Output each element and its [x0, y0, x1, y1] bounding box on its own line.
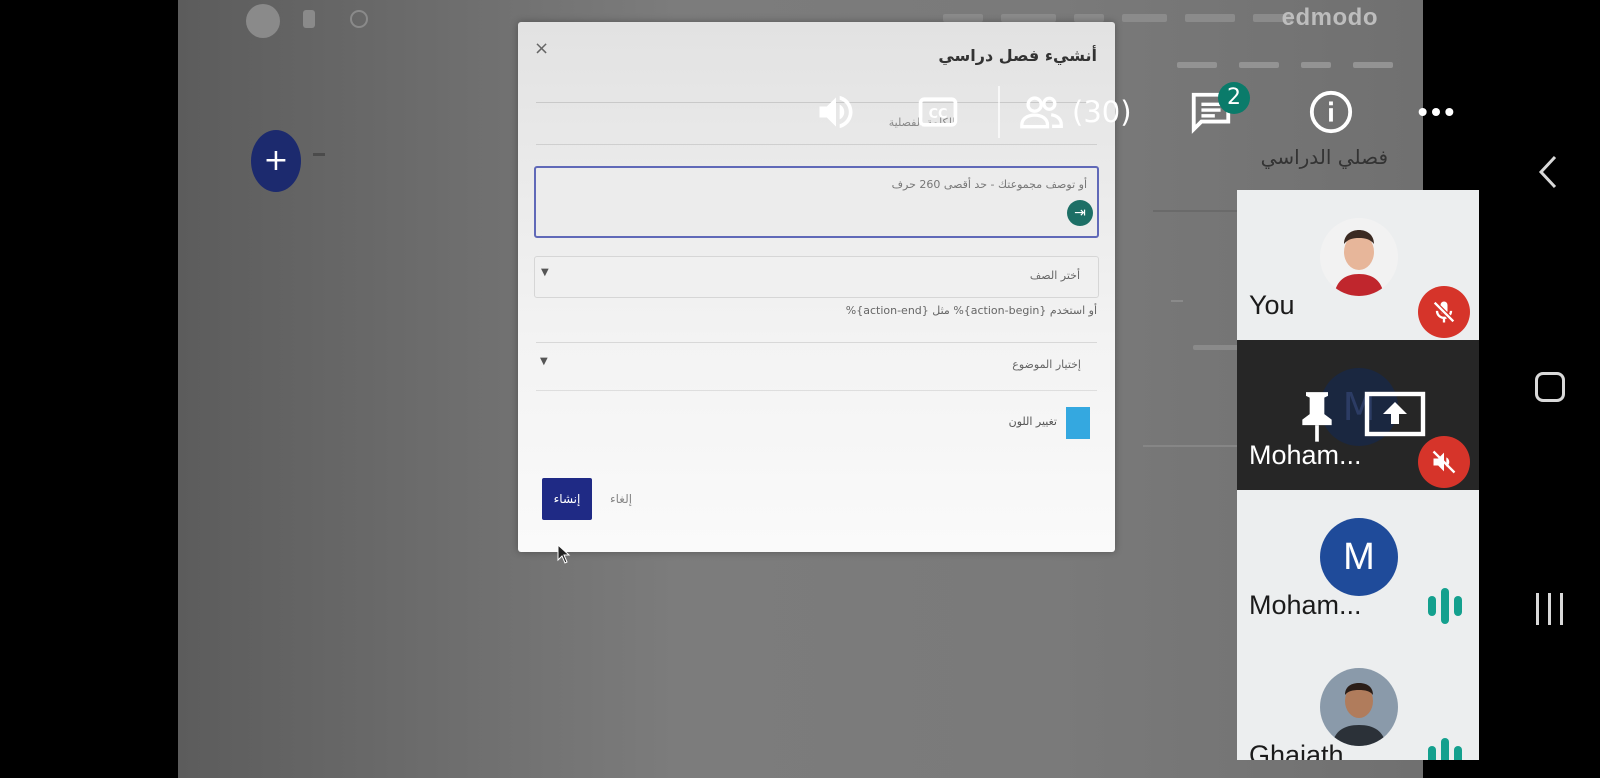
- info-icon: [1309, 90, 1353, 134]
- grade-select-value: أختر الصف: [1029, 269, 1080, 282]
- change-color-label: تغيير اللون: [1008, 415, 1057, 428]
- description-placeholder: أو توصف مجموعتك - حد أقصى 260 حرف: [891, 178, 1087, 191]
- field-divider: [536, 144, 1097, 145]
- page-avatar: [246, 4, 280, 38]
- add-class-fab: +: [251, 130, 301, 192]
- speaking-indicator-icon: [1428, 738, 1462, 760]
- page-sub-nav: [1177, 62, 1393, 68]
- page-search-icon: [350, 10, 368, 28]
- grade-hint: أو استخدم {action-begin}% مثل {action-en…: [845, 304, 1097, 317]
- pin-icon: [1302, 392, 1332, 442]
- participant-tile[interactable]: M Moham...: [1237, 490, 1479, 641]
- mic-off-badge: [1418, 436, 1470, 488]
- participant-tile[interactable]: You: [1237, 190, 1479, 341]
- participant-tiles: You M Moham... M Moham... Ghaiath...: [1237, 190, 1479, 760]
- cancel-button: إلغاء: [604, 491, 638, 507]
- subject-select-value: إختيار الموضوع: [1012, 358, 1081, 371]
- toolbar-separator: [998, 86, 1000, 138]
- screen-share-icon: [1364, 391, 1426, 437]
- home-button[interactable]: [1535, 372, 1565, 402]
- field-divider: [536, 342, 1097, 343]
- participant-tile[interactable]: Ghaiath...: [1237, 640, 1479, 760]
- more-options-button[interactable]: [1416, 82, 1456, 142]
- mic-off-badge: [1418, 286, 1470, 338]
- people-icon: [1020, 96, 1063, 129]
- mic-off-icon: [1433, 301, 1455, 323]
- participants-count: (30): [1072, 95, 1132, 129]
- avatar: M: [1320, 518, 1398, 596]
- participant-name: You: [1249, 290, 1295, 320]
- description-textarea: أو توصف مجموعتك - حد أقصى 260 حرف ⇥: [534, 166, 1099, 238]
- avatar: [1320, 668, 1398, 746]
- chat-unread-badge: 2: [1218, 82, 1250, 114]
- svg-text:CC: CC: [929, 107, 948, 122]
- info-button[interactable]: [1308, 82, 1354, 142]
- page-mic-icon: [303, 10, 315, 28]
- participant-name: Ghaiath...: [1249, 740, 1367, 760]
- speaker-off-icon: [1432, 450, 1456, 474]
- fab-label: [313, 153, 325, 156]
- speaker-button[interactable]: [814, 82, 858, 142]
- recent-apps-icon[interactable]: [1534, 591, 1566, 627]
- caret-down-icon: ▼: [540, 356, 548, 367]
- caret-down-icon: ▼: [541, 267, 549, 278]
- classes-heading: فصلي الدراسي: [1260, 145, 1388, 169]
- grade-select: أختر الصف ▼: [534, 256, 1099, 298]
- subject-select: إختيار الموضوع ▼: [534, 346, 1099, 386]
- captions-button[interactable]: CC: [916, 82, 960, 142]
- input-assist-icon: ⇥: [1067, 200, 1093, 226]
- speaker-icon: [819, 95, 853, 129]
- edmodo-logo: edmodo: [1281, 4, 1378, 31]
- mouse-cursor-icon: [557, 544, 571, 564]
- android-nav-bar: [1480, 0, 1600, 778]
- back-chevron-icon[interactable]: [1537, 154, 1559, 190]
- create-button: إنشاء: [542, 478, 592, 520]
- speaking-indicator-icon: [1428, 588, 1462, 624]
- meeting-toolbar: CC (30) 2: [800, 82, 1460, 142]
- participants-button[interactable]: (30): [1018, 82, 1132, 142]
- more-horizontal-icon: [1418, 108, 1454, 116]
- close-icon: ×: [534, 38, 550, 59]
- dialog-title: أنشيء فصل دراسي: [938, 46, 1097, 65]
- page-faint-line: [1171, 300, 1183, 302]
- participant-name: Moham...: [1249, 590, 1362, 620]
- field-divider: [536, 390, 1097, 391]
- avatar: [1320, 218, 1398, 296]
- color-swatch: [1066, 407, 1090, 439]
- participant-tile[interactable]: M Moham...: [1237, 340, 1479, 491]
- closed-captions-icon: CC: [918, 97, 958, 127]
- participant-name: Moham...: [1249, 440, 1362, 470]
